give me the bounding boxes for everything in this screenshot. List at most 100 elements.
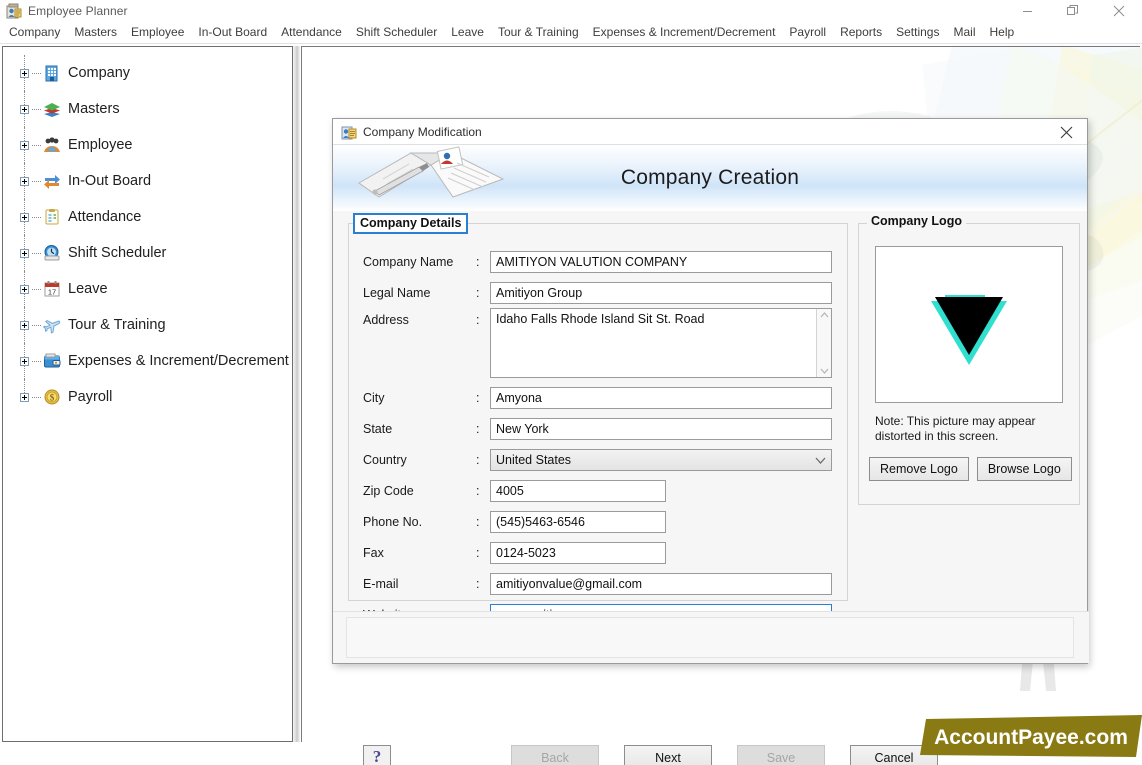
- sidebar-item-shift-scheduler[interactable]: Shift Scheduler: [3, 235, 292, 271]
- menu-item-payroll[interactable]: Payroll: [782, 23, 833, 42]
- dialog-title: Company Modification: [363, 124, 482, 139]
- scroll-up-icon: [820, 312, 828, 318]
- sidebar-item-masters[interactable]: Masters: [3, 91, 292, 127]
- minimize-icon[interactable]: [1004, 0, 1050, 22]
- fax-value: 0124-5023: [496, 545, 556, 560]
- menu-item-mail[interactable]: Mail: [946, 23, 982, 42]
- wallet-icon: [43, 352, 61, 370]
- expand-plus-icon[interactable]: [20, 392, 29, 402]
- sidebar-item-company[interactable]: Company: [3, 55, 292, 91]
- sidebar-item-leave[interactable]: 17 Leave: [3, 271, 292, 307]
- menu-item-company[interactable]: Company: [2, 23, 67, 42]
- expand-plus-icon[interactable]: [20, 176, 29, 186]
- form-row: E-mail: amitiyonvalue@gmail.com: [350, 568, 848, 599]
- sidebar-item-in-out-board[interactable]: In-Out Board: [3, 163, 292, 199]
- menu-item-expenses-increment-decrement[interactable]: Expenses & Increment/Decrement: [586, 23, 783, 42]
- fax-input[interactable]: 0124-5023: [490, 541, 666, 564]
- company-logo-preview[interactable]: [875, 246, 1063, 403]
- expand-plus-icon[interactable]: [20, 140, 29, 150]
- tree-dash-connector: [32, 72, 41, 74]
- menu-item-employee[interactable]: Employee: [124, 23, 191, 42]
- sidebar-item-tour-training[interactable]: Tour & Training: [3, 307, 292, 343]
- menu-item-leave[interactable]: Leave: [444, 23, 491, 42]
- next-button[interactable]: Next: [624, 745, 712, 765]
- tree-dash-connector: [32, 288, 41, 290]
- expand-plus-icon[interactable]: [20, 68, 29, 78]
- airplane-icon: [42, 316, 61, 334]
- navigation-tree: Company Masters Employee In-Out Board Attend…: [3, 47, 292, 415]
- tree-dash-connector: [32, 144, 41, 146]
- coin-dollar-icon: $: [43, 388, 61, 406]
- expand-plus-icon[interactable]: [20, 212, 29, 222]
- form-row: Company Name: AMITIYON VALUTION COMPANY: [350, 246, 848, 277]
- address-textarea[interactable]: Idaho Falls Rhode Island Sit St. Road: [490, 308, 832, 378]
- menu-item-attendance[interactable]: Attendance: [274, 23, 349, 42]
- close-icon[interactable]: [1096, 0, 1142, 22]
- menu-item-help[interactable]: Help: [983, 23, 1022, 42]
- svg-text:?: ?: [373, 747, 382, 765]
- form-row: Zip Code: 4005: [350, 475, 848, 506]
- field-colon: :: [476, 313, 480, 327]
- logo-buttons: Remove Logo Browse Logo: [869, 457, 1072, 481]
- chevron-down-icon[interactable]: [815, 453, 826, 467]
- expand-plus-icon[interactable]: [20, 248, 29, 258]
- company-name-input[interactable]: AMITIYON VALUTION COMPANY: [490, 250, 832, 273]
- sidebar-item-label: Payroll: [68, 389, 113, 405]
- city-value: Amyona: [496, 390, 542, 405]
- city-input[interactable]: Amyona: [490, 386, 832, 409]
- field-label: Country: [363, 452, 407, 467]
- zip-code-input[interactable]: 4005: [490, 479, 666, 502]
- address-scrollbar[interactable]: [816, 309, 831, 377]
- sidebar-item-expenses-increment-decrement[interactable]: Expenses & Increment/Decrement: [3, 343, 292, 379]
- help-question-icon: ?: [369, 747, 385, 765]
- menu-item-tour-training[interactable]: Tour & Training: [491, 23, 586, 42]
- dialog-close-icon[interactable]: [1045, 119, 1087, 145]
- tree-dash-connector: [32, 252, 41, 254]
- panel-splitter[interactable]: [293, 46, 300, 742]
- company-modification-dialog: Company Modification Company Creation Co…: [332, 118, 1089, 765]
- tree-dash-connector: [32, 216, 41, 218]
- country-select[interactable]: United States: [490, 448, 832, 471]
- svg-text:$: $: [50, 392, 55, 402]
- expand-plus-icon[interactable]: [20, 284, 29, 294]
- browse-logo-button[interactable]: Browse Logo: [976, 457, 1072, 481]
- expand-plus-icon[interactable]: [20, 356, 29, 366]
- field-label: City: [363, 390, 385, 405]
- expand-plus-icon[interactable]: [20, 104, 29, 114]
- watermark-text: AccountPayee.com: [934, 726, 1128, 749]
- remove-logo-button[interactable]: Remove Logo: [869, 457, 969, 481]
- sidebar-item-label: In-Out Board: [68, 173, 152, 189]
- field-label: State: [363, 421, 393, 436]
- phone-no-input[interactable]: (545)5463-6546: [490, 510, 666, 533]
- sidebar-item-employee[interactable]: Employee: [3, 127, 292, 163]
- e-mail-value: amitiyonvalue@gmail.com: [496, 576, 643, 591]
- tree-dash-connector: [32, 360, 41, 362]
- menu-item-masters[interactable]: Masters: [67, 23, 124, 42]
- help-button[interactable]: ?: [363, 745, 391, 765]
- state-value: New York: [496, 421, 549, 436]
- company-logo-legend: Company Logo: [867, 214, 966, 228]
- scroll-down-icon: [820, 368, 828, 374]
- layers-icon: [43, 100, 61, 118]
- restore-icon[interactable]: [1050, 0, 1096, 22]
- state-input[interactable]: New York: [490, 417, 832, 440]
- employee-planner-icon: [6, 3, 22, 19]
- company-logo-fieldset: Company Logo Note: This picture may appe…: [858, 214, 1080, 505]
- e-mail-input[interactable]: amitiyonvalue@gmail.com: [490, 572, 832, 595]
- field-label: Zip Code: [363, 483, 414, 498]
- sidebar-item-label: Leave: [68, 281, 108, 297]
- menu-item-settings[interactable]: Settings: [889, 23, 946, 42]
- menu-item-shift-scheduler[interactable]: Shift Scheduler: [349, 23, 444, 42]
- expand-plus-icon[interactable]: [20, 320, 29, 330]
- calendar-17-icon: 17: [43, 280, 61, 298]
- zip-code-value: 4005: [496, 483, 524, 498]
- menu-item-reports[interactable]: Reports: [833, 23, 889, 42]
- company-details-legend[interactable]: Company Details: [353, 213, 469, 234]
- sidebar-item-label: Attendance: [68, 209, 142, 225]
- sidebar-item-payroll[interactable]: $ Payroll: [3, 379, 292, 415]
- legal-name-input[interactable]: Amitiyon Group: [490, 281, 832, 304]
- sidebar-item-attendance[interactable]: Attendance: [3, 199, 292, 235]
- field-label: Legal Name: [363, 285, 431, 300]
- tree-dash-connector: [32, 396, 41, 398]
- menu-item-in-out-board[interactable]: In-Out Board: [191, 23, 274, 42]
